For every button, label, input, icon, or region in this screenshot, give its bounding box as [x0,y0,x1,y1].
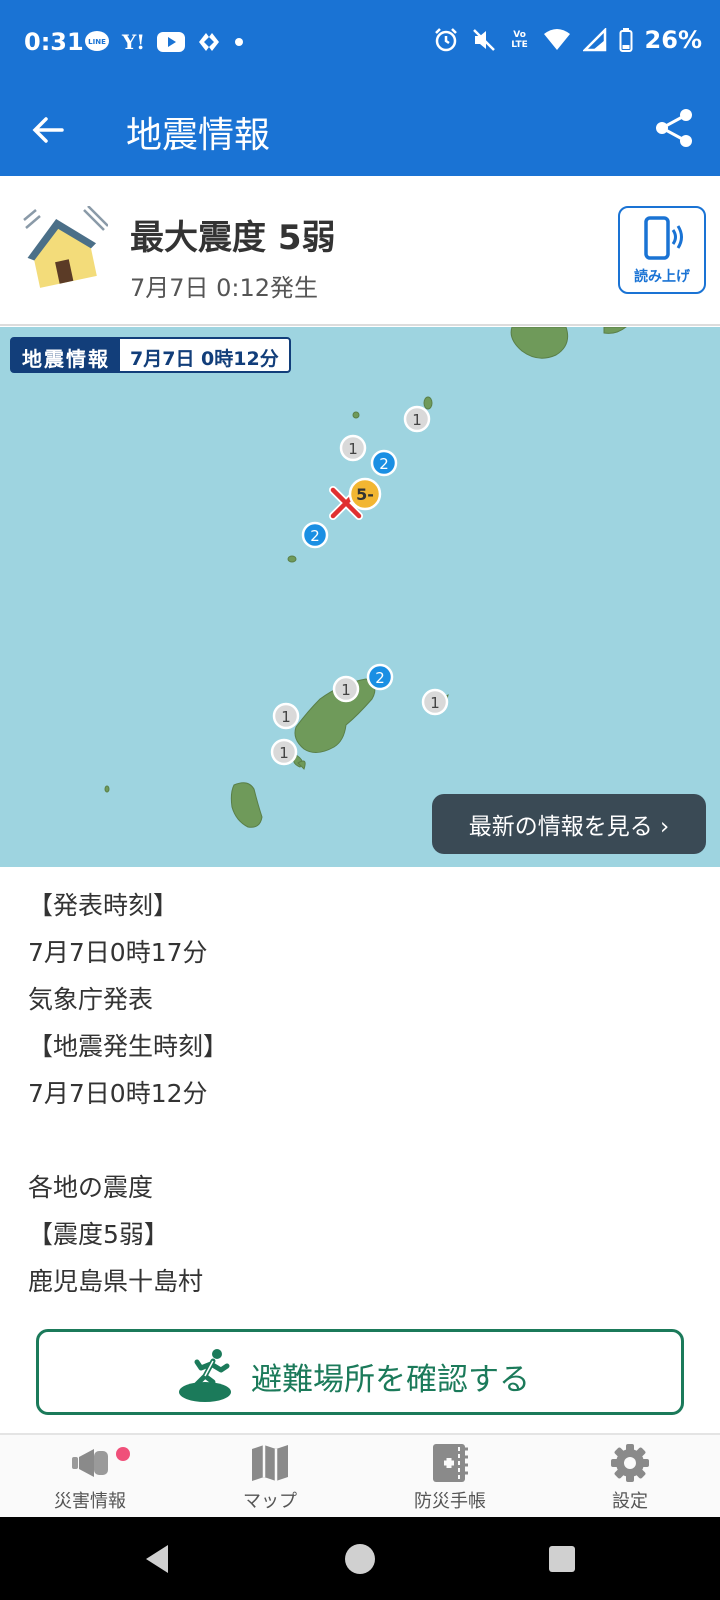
intensity-marker: 1 [339,434,367,462]
dot-icon [235,38,244,46]
info-line: 【地震発生時刻】 [28,1032,229,1061]
megaphone-icon [72,1449,108,1477]
app-bar: 地震情報 [0,84,720,176]
mute-icon [472,29,495,51]
intensity-marker: 1 [421,688,449,716]
svg-text:1: 1 [279,744,289,762]
shaking-house-icon [23,206,108,288]
svg-text:1: 1 [430,694,440,712]
intensity-marker: 2 [370,449,398,477]
svg-text:1: 1 [348,440,358,458]
wifi-icon [543,29,570,50]
occurrence-time: 7月7日 0:12発生 [130,274,319,302]
alarm-icon [434,28,457,52]
earthquake-map[interactable]: 1 1 2 5- 2 2 1 1 1 1 地震情報 7月7日 0時12分 最新の… [0,327,720,867]
battery-percent: 26% [644,26,702,54]
check-shelter-label: 避難場所を確認する [251,1362,530,1398]
notification-icons: LINE Y! [84,30,245,54]
svg-text:5-: 5- [356,485,374,504]
page-title: 地震情報 [126,115,271,156]
map-land [104,327,627,828]
intensity-marker-max: 5- [348,477,382,511]
nav-label: マップ [243,1491,297,1512]
intensity-marker: 2 [301,521,329,549]
notification-dot [116,1447,130,1461]
map-icon [252,1445,288,1481]
info-line: 各地の震度 [28,1173,154,1202]
info-line: 気象庁発表 [28,985,154,1014]
svg-text:2: 2 [310,527,320,545]
svg-text:1: 1 [281,708,291,726]
svg-text:LINE: LINE [88,38,106,46]
intensity-marker: 1 [403,405,431,433]
intensity-marker: 1 [332,675,360,703]
gear-icon [611,1444,649,1482]
intensity-marker: 1 [270,738,298,766]
phone-sound-icon [644,216,683,260]
svg-text:2: 2 [375,669,385,687]
read-aloud-label: 読み上げ [634,269,690,285]
signal-icon [582,28,606,52]
nav-label: 災害情報 [54,1491,126,1512]
battery-icon [619,28,633,52]
intensity-marker: 1 [272,702,300,730]
earthquake-details: 【発表時刻】 7月7日0時17分 気象庁発表 【地震発生時刻】 7月7日0時12… [28,882,688,1305]
map-label: 地震情報 [12,339,120,371]
svg-text:2: 2 [379,455,389,473]
max-intensity: 最大震度 5弱 [130,218,336,258]
back-arrow-icon[interactable] [28,110,68,150]
info-line: 7月7日0時12分 [28,1079,208,1108]
nav-label: 防災手帳 [414,1491,486,1512]
volte-icon: Vo LTE [511,30,528,50]
check-shelter-button[interactable]: 避難場所を確認する [36,1329,684,1415]
info-line: 鹿児島県十島村 [28,1267,204,1296]
intensity-marker: 2 [366,663,394,691]
sync-icon [199,33,220,51]
info-line: 7月7日0時17分 [28,938,208,967]
status-time: 0:31 [24,28,84,56]
nav-label: 設定 [612,1491,648,1512]
share-icon[interactable] [652,106,696,150]
line-icon: LINE [85,31,109,51]
map-time: 7月7日 0時12分 [130,348,279,370]
evacuation-icon [179,1349,231,1402]
system-recents-icon[interactable] [546,1543,578,1575]
svg-text:1: 1 [412,411,422,429]
nav-settings[interactable]: 設定 [540,1435,720,1519]
earthquake-summary: 最大震度 5弱 7月7日 0:12発生 読み上げ [0,176,720,326]
status-bar: 0:31 LINE Y! Vo LTE 26% [0,0,720,84]
info-line: 【震度5弱】 [28,1220,169,1249]
youtube-icon [157,32,186,52]
yahoo-icon: Y! [122,30,146,54]
info-line: 【発表時刻】 [28,891,179,920]
nav-disaster-info[interactable]: 災害情報 [0,1435,180,1519]
info-line [28,1117,688,1164]
system-navigation-bar [0,1517,720,1600]
svg-text:1: 1 [341,681,351,699]
nav-disaster-notebook[interactable]: 防災手帳 [360,1435,540,1519]
system-back-icon[interactable] [140,1541,176,1577]
bottom-navigation: 災害情報 マップ 防災手帳 設定 [0,1433,720,1517]
notebook-icon [433,1444,468,1482]
latest-info-button[interactable]: 最新の情報を見る › [432,794,706,854]
map-label-chip: 地震情報 7月7日 0時12分 [10,337,291,373]
read-aloud-button[interactable]: 読み上げ [618,206,706,294]
system-icons: Vo LTE 26% [433,26,702,54]
nav-map[interactable]: マップ [180,1435,360,1519]
system-home-icon[interactable] [342,1541,378,1577]
